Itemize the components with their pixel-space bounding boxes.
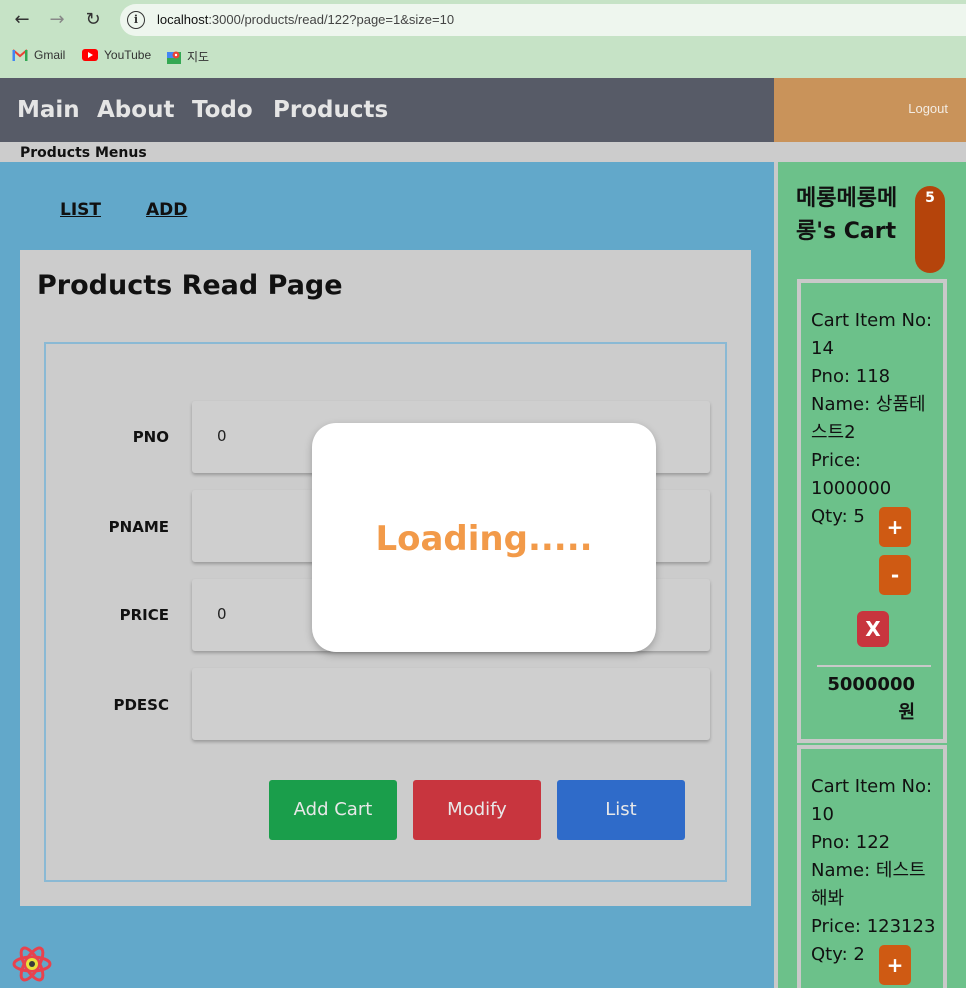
price-label: PRICE — [119, 606, 169, 624]
page-title: Products Read Page — [37, 270, 343, 301]
cart-owner-title: 메롱메롱메롱's Cart — [796, 186, 898, 244]
cart-item-divider — [817, 665, 931, 667]
cart-count-badge: 5 — [915, 186, 945, 273]
back-arrow-icon[interactable]: ← — [11, 9, 33, 31]
pdesc-field[interactable] — [192, 668, 710, 740]
qty-plus-button[interactable]: + — [879, 945, 911, 985]
logout-link[interactable]: Logout — [908, 101, 948, 116]
nav-about[interactable]: About — [97, 97, 174, 123]
maps-icon — [167, 51, 181, 64]
qty-plus-button[interactable]: + — [879, 507, 911, 547]
cart-item: Cart Item No: 14 Pno: 118 Name: 상품테스트2 P… — [797, 279, 947, 743]
url-host: localhost — [157, 12, 209, 27]
nav-todo[interactable]: Todo — [192, 97, 253, 123]
logout-area: Logout — [774, 78, 966, 142]
cart-item: Cart Item No: 10 Pno: 122 Name: 테스트해봐 Pr… — [797, 745, 947, 988]
cart-item-pno: Pno: 122 — [811, 832, 891, 853]
address-bar[interactable]: i localhost:3000/products/read/122?page=… — [120, 4, 966, 36]
bookmark-youtube[interactable]: YouTube — [82, 48, 151, 62]
add-link[interactable]: ADD — [146, 200, 187, 220]
cart-item-qty: Qty: 5 — [811, 506, 865, 527]
youtube-icon — [82, 49, 98, 61]
react-devtools-icon[interactable] — [12, 944, 52, 984]
modify-button[interactable]: Modify — [413, 780, 541, 840]
pname-label: PNAME — [108, 518, 169, 536]
forward-arrow-icon[interactable]: → — [46, 9, 68, 31]
reload-icon[interactable]: ↻ — [82, 9, 104, 31]
bookmark-label: Gmail — [34, 48, 66, 62]
bookmark-label: 지도 — [187, 50, 210, 64]
pno-label: PNO — [132, 428, 169, 446]
nav-main[interactable]: Main — [17, 97, 80, 123]
cart-item-price: Price: 1000000 — [811, 450, 892, 499]
cart-item-name: Name: 상품테스트2 — [811, 394, 926, 443]
delete-item-button[interactable]: X — [857, 611, 889, 647]
cart-item-name: Name: 테스트해봐 — [811, 860, 926, 909]
gmail-icon — [12, 49, 28, 61]
cart-item-no: Cart Item No: 10 — [811, 776, 933, 825]
pdesc-label: PDESC — [113, 696, 169, 714]
list-button[interactable]: List — [557, 780, 685, 840]
bookmark-maps[interactable]: 지도 — [167, 48, 209, 65]
submenu-bar: Products Menus — [0, 142, 966, 162]
cart-item-total: 5000000 원 — [827, 674, 915, 723]
cart-item-pno: Pno: 118 — [811, 366, 891, 387]
cart-item-price: Price: 123123 — [811, 916, 936, 937]
browser-chrome: ← → ↻ i localhost:3000/products/read/122… — [0, 0, 966, 78]
top-nav: Main About Todo Products — [0, 78, 774, 142]
add-cart-button[interactable]: Add Cart — [269, 780, 397, 840]
loading-modal: Loading..... — [312, 423, 656, 652]
list-link[interactable]: LIST — [60, 200, 101, 220]
url-path: :3000/products/read/122?page=1&size=10 — [208, 12, 455, 27]
cart-sidebar: 메롱메롱메롱's Cart 5 Cart Item No: 14 Pno: 11… — [774, 162, 966, 988]
url-text[interactable]: localhost:3000/products/read/122?page=1&… — [157, 12, 454, 27]
qty-minus-button[interactable]: - — [879, 555, 911, 595]
cart-item-qty: Qty: 2 — [811, 944, 865, 965]
submenu-title: Products Menus — [20, 145, 147, 161]
loading-text: Loading..... — [375, 519, 593, 559]
bookmarks-bar: Gmail YouTube 지도 — [0, 44, 966, 70]
cart-item-no: Cart Item No: 14 — [811, 310, 933, 359]
bookmark-label: YouTube — [104, 48, 152, 62]
nav-products[interactable]: Products — [273, 97, 388, 123]
site-info-icon[interactable]: i — [127, 11, 145, 29]
bookmark-gmail[interactable]: Gmail — [12, 48, 65, 62]
